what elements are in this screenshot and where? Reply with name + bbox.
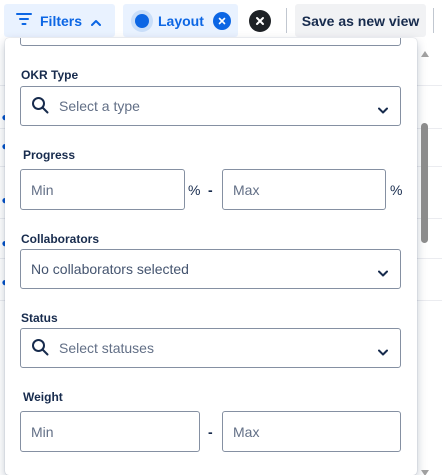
weight-max-input[interactable]: Max xyxy=(222,411,401,452)
filters-panel: OKR Type Select a type Progress Min % - … xyxy=(5,38,417,475)
progress-max-unit: % xyxy=(390,182,403,198)
weight-range-separator: - xyxy=(208,424,213,440)
toolbar-divider xyxy=(433,8,434,33)
previous-field-input[interactable] xyxy=(20,38,401,46)
progress-min-placeholder: Min xyxy=(31,181,54,198)
chevron-down-icon xyxy=(378,101,388,117)
okr-type-label: OKR Type xyxy=(21,68,79,82)
filters-button[interactable]: Filters xyxy=(4,4,115,37)
weight-min-placeholder: Min xyxy=(31,423,54,440)
progress-max-placeholder: Max xyxy=(233,181,260,198)
view-toolbar: Filters Layout Save as new view xyxy=(0,0,442,42)
filter-icon xyxy=(16,12,32,29)
status-select[interactable]: Select statuses xyxy=(20,328,401,368)
collaborators-select[interactable]: No collaborators selected xyxy=(20,249,401,289)
layout-chip[interactable]: Layout xyxy=(123,4,238,37)
panel-scrollbar[interactable] xyxy=(420,40,429,475)
chevron-down-icon xyxy=(378,264,388,280)
status-placeholder: Select statuses xyxy=(59,340,154,356)
clear-icon[interactable] xyxy=(249,10,271,32)
layout-label: Layout xyxy=(158,12,204,29)
layout-dot-icon xyxy=(135,13,149,28)
collaborators-label: Collaborators xyxy=(21,232,100,246)
okr-type-placeholder: Select a type xyxy=(59,98,140,114)
chevron-up-icon xyxy=(91,13,102,29)
weight-label: Weight xyxy=(23,390,63,404)
toolbar-divider xyxy=(286,8,287,33)
save-as-new-view-button[interactable]: Save as new view xyxy=(295,4,426,37)
weight-min-input[interactable]: Min xyxy=(20,411,200,452)
weight-max-placeholder: Max xyxy=(233,423,260,440)
close-icon[interactable] xyxy=(212,11,231,30)
scroll-up-icon[interactable] xyxy=(421,44,429,57)
okr-type-select[interactable]: Select a type xyxy=(20,86,401,126)
progress-max-input[interactable]: Max xyxy=(222,169,386,210)
scroll-down-icon[interactable] xyxy=(421,463,429,475)
progress-min-input[interactable]: Min xyxy=(20,169,185,210)
status-label: Status xyxy=(21,311,58,325)
filters-label: Filters xyxy=(40,12,83,29)
scrollbar-thumb[interactable] xyxy=(421,123,428,243)
collaborators-value: No collaborators selected xyxy=(31,261,189,277)
search-icon xyxy=(31,96,49,117)
search-icon xyxy=(31,338,49,359)
progress-label: Progress xyxy=(23,148,76,162)
progress-min-unit: % xyxy=(188,182,201,198)
progress-range-separator: - xyxy=(208,182,213,198)
chevron-down-icon xyxy=(378,343,388,359)
